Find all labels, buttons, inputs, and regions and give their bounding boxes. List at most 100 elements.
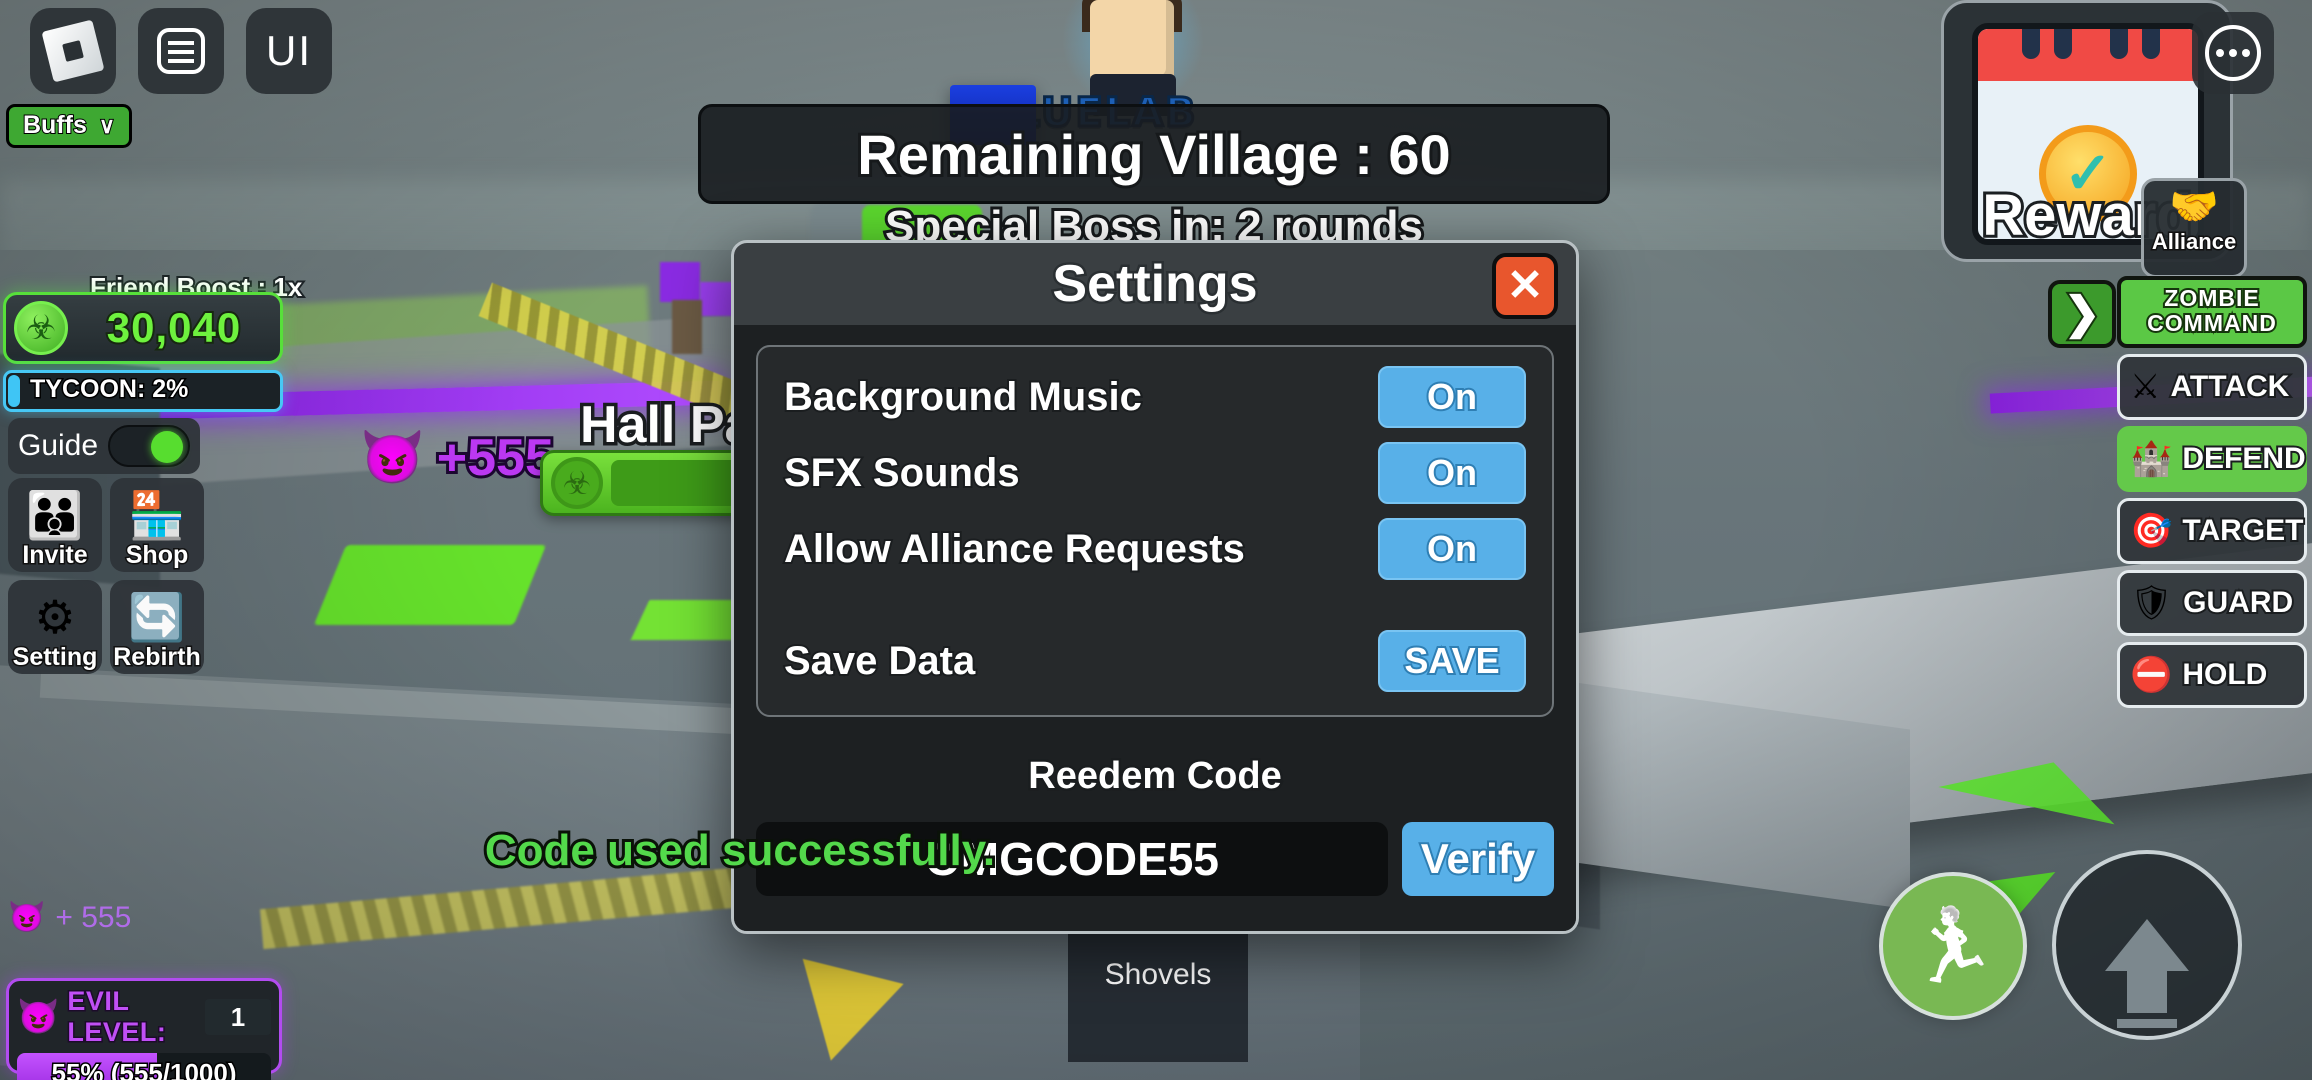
setting-row-alliance-requests: Allow Alliance Requests On [782, 517, 1526, 581]
tycoon-progress-bar: TYCOON: 2% [3, 370, 283, 412]
pill-biohazard-icon: ☣ [551, 457, 603, 509]
guide-toggle-switch[interactable] [108, 425, 190, 467]
roblox-menu-button[interactable] [30, 8, 116, 94]
evil-progress-bar: 55% (555/1000) [17, 1053, 271, 1080]
gear-icon: ⚙ [34, 591, 76, 643]
background-music-value: On [1425, 374, 1479, 419]
command-target[interactable]: 🎯 TARGET [2117, 497, 2307, 564]
more-options-icon [2205, 25, 2261, 81]
alliance-label: Alliance [2150, 228, 2237, 256]
close-button[interactable]: ✕ [1492, 253, 1558, 319]
rebirth-icon: 🔄 [128, 591, 186, 643]
jump-button[interactable] [2052, 850, 2242, 1040]
expand-panel-button[interactable]: ❯ [2048, 280, 2116, 348]
verify-button[interactable]: Verify [1402, 822, 1554, 896]
biohazard-icon: ☣ [14, 301, 68, 355]
tree-trunk [672, 300, 702, 354]
toggle-knob [151, 431, 183, 463]
currency-bar: ☣ 30,040 [3, 292, 283, 364]
evil-level-header: 😈 EVIL LEVEL: 1 [17, 985, 271, 1049]
purple-foliage-2 [700, 282, 734, 316]
command-guard-label: GUARD [2181, 584, 2295, 621]
swords-icon: ⚔ [2130, 367, 2161, 406]
evil-level-value: 1 [204, 999, 271, 1035]
top-left-toolbar: UI [30, 8, 332, 94]
evil-devil-icon: 😈 [17, 998, 60, 1036]
damage-float: 😈 +555 [360, 426, 557, 490]
alliance-requests-toggle[interactable]: On [1378, 518, 1526, 580]
guide-toggle-row[interactable]: Guide [8, 418, 200, 474]
invite-label: Invite [21, 540, 89, 571]
shop-button[interactable]: 🏪 Shop [110, 478, 204, 572]
setting-label: Setting [11, 642, 99, 673]
ui-toggle-button[interactable]: UI [246, 8, 332, 94]
castle-icon: 🏰 [2130, 439, 2173, 478]
guide-label: Guide [18, 429, 99, 462]
command-hold-label: HOLD [2180, 656, 2269, 693]
sprint-button[interactable]: 🏃 [1879, 872, 2027, 1020]
background-music-toggle[interactable]: On [1378, 366, 1526, 428]
invite-icon: 👪 [26, 489, 84, 541]
tycoon-progress-label: TYCOON: 2% [28, 374, 189, 405]
command-target-label: TARGET [2180, 512, 2305, 549]
calendar-ring-left2 [2054, 29, 2072, 59]
grass-patch-mid [313, 545, 547, 625]
chat-button[interactable] [138, 8, 224, 94]
buffs-label: Buffs [22, 110, 88, 140]
evil-level-label: EVIL LEVEL: [66, 985, 168, 1049]
calendar-ring-right [2110, 29, 2128, 59]
zombie-command-header[interactable]: ZOMBIE COMMAND [2117, 276, 2307, 348]
chevron-right-icon: ❯ [2062, 289, 2103, 338]
ui-toggle-label: UI [266, 27, 312, 74]
command-defend[interactable]: 🏰 DEFEND [2117, 425, 2308, 492]
alliance-button[interactable]: 🤝 Alliance [2141, 178, 2247, 278]
setting-button[interactable]: ⚙ Setting [8, 580, 102, 674]
calendar-header [1978, 29, 2198, 81]
sfx-sounds-toggle[interactable]: On [1378, 442, 1526, 504]
devil-icon: 😈 [8, 901, 46, 934]
evil-level-panel: 😈 EVIL LEVEL: 1 55% (555/1000) [6, 978, 282, 1080]
currency-value: 30,040 [105, 302, 242, 353]
setting-row-save-data: Save Data SAVE [782, 629, 1526, 693]
setting-row-sfx-sounds: SFX Sounds On [782, 441, 1526, 505]
buffs-dropdown[interactable]: Buffs ∨ [6, 104, 132, 148]
character-head [1090, 0, 1174, 84]
command-attack-label: ATTACK [2168, 368, 2291, 405]
evil-progress-label: 55% (555/1000) [50, 1056, 238, 1080]
alliance-requests-label: Allow Alliance Requests [782, 525, 1247, 573]
chat-icon [157, 28, 205, 74]
purple-foliage [660, 262, 700, 302]
bonus-float-value: + 555 [55, 900, 132, 934]
hud-tile-grid: 👪 Invite 🏪 Shop ⚙ Setting 🔄 Rebirth [8, 478, 204, 674]
handshake-icon: 🤝 [2169, 185, 2219, 229]
command-attack[interactable]: ⚔ ATTACK [2117, 353, 2307, 420]
zombie-command-panel: ZOMBIE COMMAND ⚔ ATTACK 🏰 DEFEND 🎯 TARGE… [2117, 276, 2308, 708]
settings-divider-space [784, 593, 1526, 629]
game-screen: BLUELAB UI Buffs ∨ Friend Boost : 1x ☣ 3… [0, 0, 2312, 1080]
tycoon-progress-fill [8, 375, 20, 407]
damage-devil-icon: 😈 [360, 429, 425, 487]
zombie-command-line2: COMMAND [2145, 309, 2278, 338]
setting-row-background-music: Background Music On [782, 365, 1526, 429]
jump-arrow-icon [2105, 919, 2189, 1028]
close-icon: ✕ [1504, 261, 1546, 310]
verify-button-label: Verify [1419, 833, 1537, 884]
shop-label: Shop [124, 540, 189, 571]
remaining-village-banner: Remaining Village : 60 [698, 104, 1610, 204]
sfx-sounds-label: SFX Sounds [782, 449, 1022, 497]
roblox-logo-icon [41, 19, 105, 83]
command-hold[interactable]: ⛔ HOLD [2117, 641, 2307, 708]
structure-label: Hall Pa [576, 393, 756, 458]
background-music-label: Background Music [782, 373, 1144, 421]
more-options-button[interactable] [2192, 12, 2274, 94]
command-guard[interactable]: 🛡 GUARD [2117, 569, 2307, 636]
shovels-panel[interactable]: Shovels [1068, 932, 1248, 1062]
rebirth-button[interactable]: 🔄 Rebirth [110, 580, 204, 674]
settings-modal-header: Settings ✕ [734, 243, 1576, 325]
invite-button[interactable]: 👪 Invite [8, 478, 102, 572]
remaining-village-text: Remaining Village : 60 [854, 120, 1453, 189]
save-button[interactable]: SAVE [1378, 630, 1526, 692]
shovels-label: Shovels [1104, 958, 1212, 991]
damage-number: +555 [434, 426, 557, 490]
calendar-ring-left [2022, 29, 2040, 59]
